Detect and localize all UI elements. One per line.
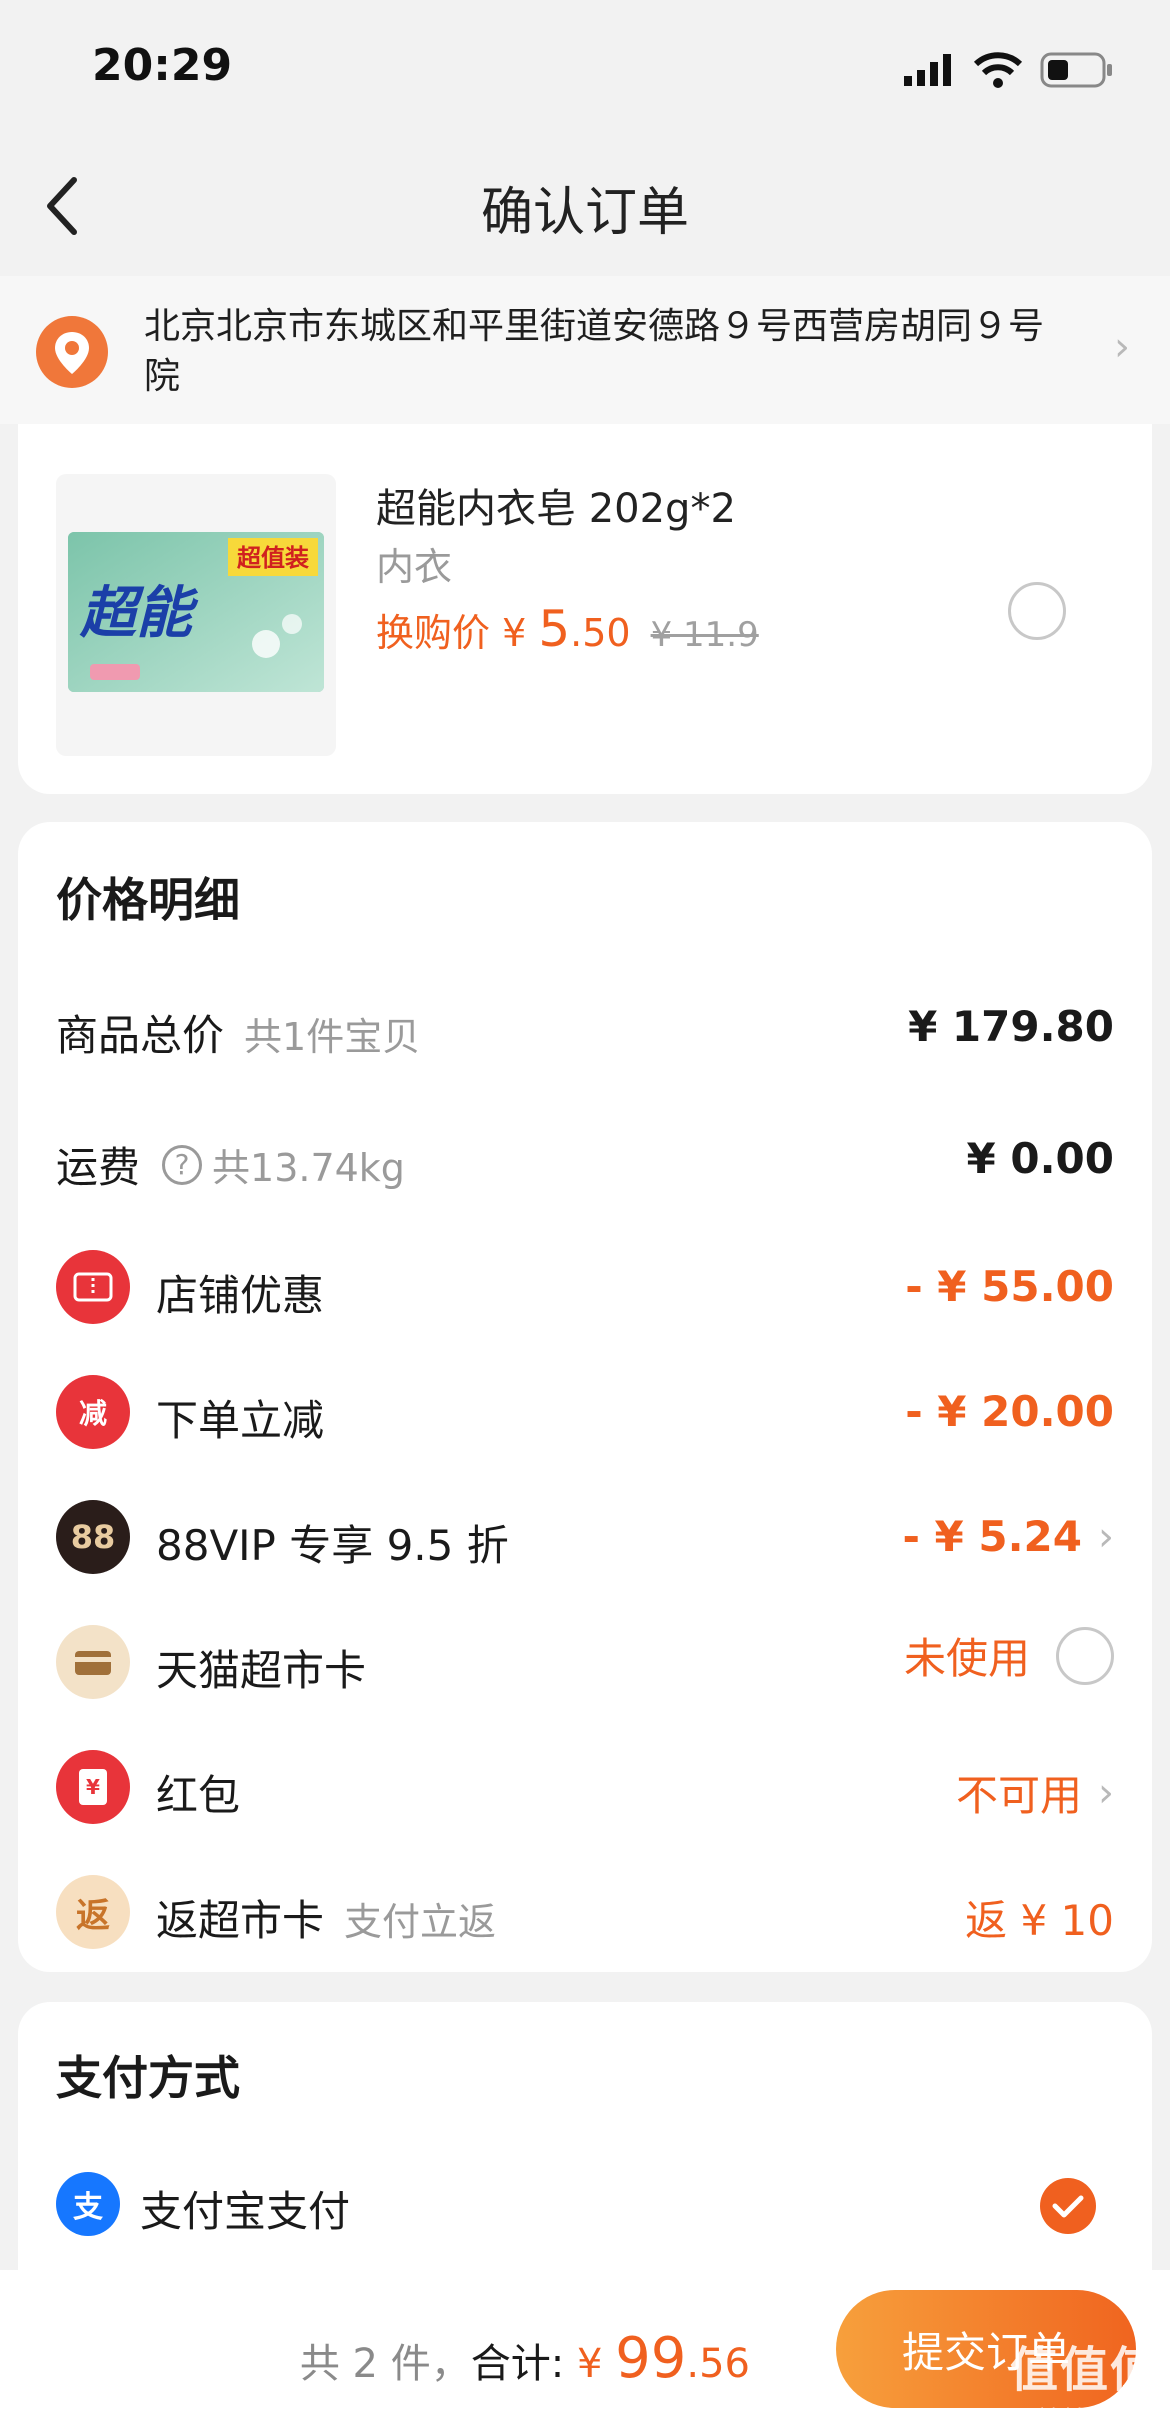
product-select-radio[interactable] bbox=[1008, 582, 1066, 640]
row-red-packet-value-group[interactable]: 不可用 › bbox=[956, 1762, 1114, 1823]
tmall-card-radio[interactable] bbox=[1056, 1626, 1114, 1685]
cashback-icon: 返 bbox=[56, 1875, 130, 1949]
row-instant-discount-label: 下单立减 bbox=[156, 1396, 325, 1445]
total-amount-int: 99 bbox=[615, 2326, 687, 2391]
row-vip-label: 88VIP 专享 9.5 折 bbox=[156, 1521, 509, 1570]
row-vip-value-group[interactable]: - ¥ 5.24 › bbox=[902, 1512, 1114, 1561]
item-count: 共 2 件， bbox=[299, 2341, 471, 2387]
vip-chevron-icon: › bbox=[1098, 1513, 1114, 1560]
status-time: 20:29 bbox=[92, 40, 233, 91]
price-detail-card: 价格明细 商品总价 共1件宝贝 ¥ 179.80 运费 ? 共13.74kg ¥ … bbox=[18, 822, 1152, 1972]
row-tmall-card-value-group[interactable]: 未使用 bbox=[904, 1625, 1114, 1686]
row-shop-discount-value: - ¥ 55.00 bbox=[905, 1262, 1114, 1311]
location-pin-icon bbox=[36, 316, 108, 388]
payment-method-label[interactable]: 支付宝支付 bbox=[140, 2178, 350, 2239]
watermark-url: zhizhizhi.com bbox=[1030, 2405, 1152, 2426]
total-label: 合计: bbox=[470, 2341, 577, 2387]
row-cashback-value: 返 ¥ 10 bbox=[965, 1896, 1114, 1945]
row-goods-total: 商品总价 共1件宝贝 bbox=[56, 1002, 420, 1063]
product-card: 超值装 超能 超能内衣皂 202g*2 内衣 换购价 ¥ 5.50 ¥ 11.9 bbox=[18, 400, 1152, 794]
red-packet-symbol: ¥ bbox=[79, 1769, 107, 1805]
order-total: 共 2 件，合计: ¥ 99.56 bbox=[300, 2326, 750, 2391]
row-cashback-sub: 支付立返 bbox=[344, 1900, 497, 1944]
address-chevron-icon: › bbox=[1114, 324, 1130, 370]
original-price: ¥ 11.9 bbox=[650, 615, 759, 655]
signal-icon bbox=[904, 54, 951, 86]
row-cashback-label: 返超市卡 bbox=[156, 1896, 325, 1945]
row-tmall-card-label: 天猫超市卡 bbox=[156, 1646, 367, 1695]
instant-discount-icon: 减 bbox=[56, 1375, 130, 1449]
product-badge-text: 超值装 bbox=[237, 544, 309, 572]
row-shipping: 运费 ? 共13.74kg bbox=[56, 1134, 405, 1195]
product-name: 超能内衣皂 202g*2 bbox=[376, 486, 736, 532]
red-packet-chevron-icon: › bbox=[1098, 1769, 1114, 1816]
price-detail-title: 价格明细 bbox=[56, 873, 240, 927]
battery-icon bbox=[1040, 52, 1112, 88]
payment-selected-check-icon[interactable] bbox=[1040, 2178, 1096, 2234]
row-shipping-sub: 共13.74kg bbox=[212, 1146, 405, 1190]
product-brand-text: 超能 bbox=[79, 581, 199, 646]
row-goods-total-sub: 共1件宝贝 bbox=[244, 1015, 421, 1059]
address-text: 北京北京市东城区和平里街道安德路９号西营房胡同９号院 bbox=[144, 306, 1045, 397]
product-spec: 内衣 bbox=[376, 545, 453, 589]
price-prefix: 换购价 ¥ bbox=[376, 611, 539, 655]
row-shop-discount-label: 店铺优惠 bbox=[156, 1271, 325, 1320]
alipay-icon: 支 bbox=[56, 2172, 120, 2236]
payment-title: 支付方式 bbox=[56, 2051, 240, 2105]
row-cashback: 返超市卡 支付立返 bbox=[156, 1887, 496, 1948]
red-packet-icon: ¥ bbox=[56, 1750, 130, 1824]
status-icons bbox=[904, 52, 1114, 88]
watermark-logo: 值值值 bbox=[1009, 2342, 1160, 2398]
vip-88-icon: 88 bbox=[56, 1500, 130, 1574]
row-goods-total-value: ¥ 179.80 bbox=[908, 1002, 1114, 1051]
page-title: 确认订单 bbox=[480, 183, 689, 243]
product-price: 换购价 ¥ 5.50 ¥ 11.9 bbox=[376, 600, 759, 658]
address-bar[interactable]: 北京北京市东城区和平里街道安德路９号西营房胡同９号院 › bbox=[0, 276, 1170, 424]
row-red-packet-label: 红包 bbox=[156, 1771, 241, 1820]
bottom-bar: 共 2 件，合计: ¥ 99.56 提交订单 值值值 zhizhizhi.com bbox=[0, 2270, 1170, 2430]
tmall-card-icon bbox=[56, 1625, 130, 1699]
row-red-packet-value: 不可用 bbox=[955, 1771, 1082, 1820]
row-instant-discount-value: - ¥ 20.00 bbox=[905, 1387, 1114, 1436]
back-arrow-icon[interactable] bbox=[40, 170, 88, 242]
help-icon[interactable]: ? bbox=[162, 1144, 203, 1185]
wifi-icon bbox=[974, 52, 1022, 88]
row-shipping-value: ¥ 0.00 bbox=[966, 1134, 1114, 1183]
price-int: 5 bbox=[538, 600, 571, 658]
total-amount-dec: .56 bbox=[686, 2341, 750, 2387]
row-tmall-card-value: 未使用 bbox=[903, 1634, 1030, 1683]
total-currency: ¥ bbox=[576, 2341, 616, 2387]
row-shipping-label: 运费 bbox=[56, 1143, 141, 1192]
product-image: 超值装 超能 bbox=[56, 474, 336, 756]
payment-card: 支付方式 支 支付宝支付 bbox=[18, 2002, 1152, 2302]
shop-coupon-icon bbox=[56, 1250, 130, 1324]
row-vip-value: - ¥ 5.24 bbox=[902, 1512, 1082, 1561]
row-goods-total-label: 商品总价 bbox=[56, 1011, 225, 1060]
price-dec: .50 bbox=[570, 611, 631, 655]
